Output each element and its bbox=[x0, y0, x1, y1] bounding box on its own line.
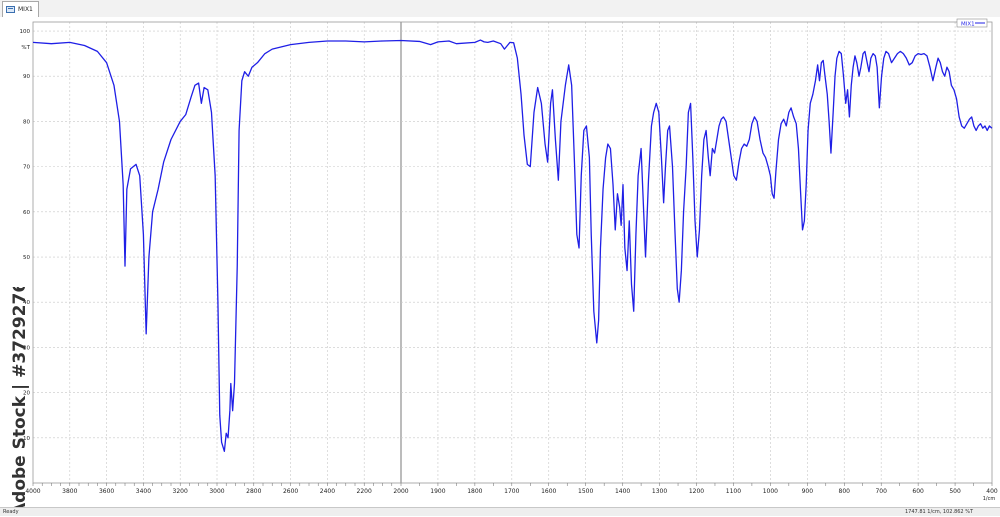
x-tick-label: 600 bbox=[912, 488, 924, 495]
y-tick-label: 80 bbox=[23, 119, 30, 125]
x-tick-label: 2000 bbox=[393, 488, 408, 495]
spectrum-window-icon bbox=[6, 6, 15, 13]
series-line-mix1 bbox=[32, 39, 993, 453]
x-tick-label: 1800 bbox=[467, 488, 482, 495]
x-tick-label: 1200 bbox=[689, 488, 704, 495]
watermark-text: Adobe Stock | #372927655 bbox=[10, 287, 30, 516]
x-axis-label: 1/cm bbox=[983, 496, 996, 502]
x-tick-label: 1300 bbox=[652, 488, 667, 495]
x-tick-label: 500 bbox=[949, 488, 961, 495]
spectrum-plot-area[interactable]: 4000 3800 3600 3400 3200 3000 2800 2600 2400 2200… bbox=[0, 17, 1000, 516]
y-axis-label: %T bbox=[21, 45, 30, 51]
x-tick-label: 2400 bbox=[320, 488, 335, 495]
x-tick-label: 1100 bbox=[726, 488, 741, 495]
x-tick-label: 1900 bbox=[430, 488, 445, 495]
x-tick-label: 3200 bbox=[173, 488, 188, 495]
x-tick-label: 3600 bbox=[99, 488, 114, 495]
series-layer bbox=[32, 39, 993, 453]
x-tick-label: 3400 bbox=[136, 488, 151, 495]
y-tick-label: 50 bbox=[23, 255, 30, 261]
tab-mix1[interactable]: MIX1 bbox=[2, 1, 39, 17]
x-tick-label: 2200 bbox=[357, 488, 372, 495]
y-tick-label: 90 bbox=[23, 74, 30, 80]
x-tick-label: 1500 bbox=[578, 488, 593, 495]
legend[interactable]: MIX1 bbox=[956, 18, 988, 28]
x-tick-label: 700 bbox=[875, 488, 887, 495]
ir-spectrum-chart[interactable]: 4000 3800 3600 3400 3200 3000 2800 2600 2400 2200… bbox=[0, 17, 1000, 507]
x-tick-label: 400 bbox=[986, 488, 998, 495]
x-tick-label: 800 bbox=[839, 488, 851, 495]
x-tick-label: 1400 bbox=[615, 488, 630, 495]
window-tab-bar: MIX1 bbox=[0, 0, 1000, 18]
y-tick-label: 60 bbox=[23, 210, 30, 216]
adobe-stock-watermark: Adobe Stock | #372927655 bbox=[10, 287, 30, 516]
legend-label: MIX1 bbox=[961, 21, 975, 27]
x-tick-label: 1700 bbox=[504, 488, 519, 495]
x-tick-label: 2600 bbox=[283, 488, 298, 495]
x-tick-label: 1600 bbox=[541, 488, 556, 495]
x-tick-label: 3800 bbox=[62, 488, 77, 495]
x-tick-label: 2800 bbox=[246, 488, 261, 495]
x-tick-label: 3000 bbox=[209, 488, 224, 495]
y-tick-label: 100 bbox=[20, 29, 31, 35]
x-tick-label: 1000 bbox=[763, 488, 778, 495]
x-tick-label: 900 bbox=[802, 488, 814, 495]
y-tick-label: 70 bbox=[23, 165, 30, 171]
tab-label: MIX1 bbox=[18, 6, 33, 13]
